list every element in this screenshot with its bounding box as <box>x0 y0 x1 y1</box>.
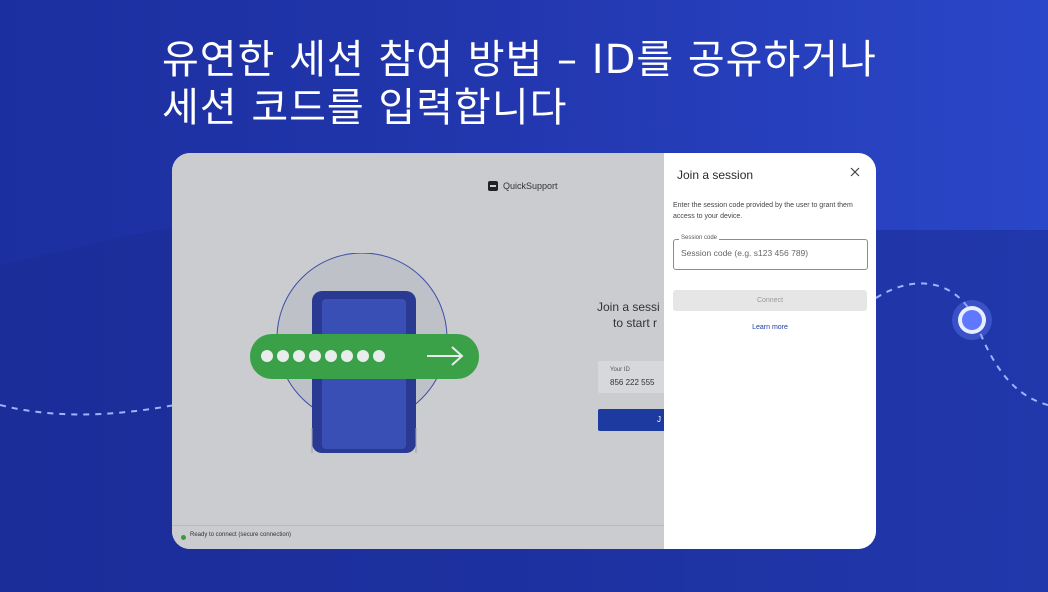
your-id-label: Your ID <box>610 367 630 373</box>
status-indicator <box>181 535 186 540</box>
join-button-label: J <box>657 415 661 424</box>
session-code-label: Session code <box>679 235 720 241</box>
connect-button[interactable]: Connect <box>673 290 867 311</box>
headline-line-2: 세션 코드를 입력합니다 <box>162 85 568 131</box>
headline-line-1: 유연한 세션 참여 방법 – ID를 공유하거나 <box>162 37 877 83</box>
session-code-field: Session code <box>673 235 868 270</box>
panel-title: Join a session <box>677 168 754 182</box>
illustration <box>250 253 479 453</box>
app-main-area: QuickSupport Join a sessi to start r You… <box>172 153 668 549</box>
status-bar: Ready to connect (secure connection) <box>172 525 664 549</box>
learn-more-link[interactable]: Learn more <box>664 324 876 331</box>
close-icon[interactable] <box>849 166 861 178</box>
session-code-input[interactable] <box>681 248 861 258</box>
join-session-panel: Join a session Enter the session code pr… <box>664 153 876 549</box>
your-id-value: 856 222 555 <box>610 378 655 387</box>
brand-name: QuickSupport <box>503 181 558 191</box>
quicksupport-logo-icon <box>488 181 498 191</box>
join-button[interactable]: J <box>598 409 668 431</box>
brand: QuickSupport <box>488 181 558 191</box>
tablet-frame: QuickSupport Join a sessi to start r You… <box>172 153 876 549</box>
status-text: Ready to connect (secure connection) <box>190 532 292 538</box>
panel-description: Enter the session code provided by the u… <box>673 202 853 220</box>
headline: 유연한 세션 참여 방법 – ID를 공유하거나 세션 코드를 입력합니다 <box>162 36 877 132</box>
location-pin-icon <box>952 300 992 340</box>
your-id-box: Your ID 856 222 555 <box>598 361 668 393</box>
